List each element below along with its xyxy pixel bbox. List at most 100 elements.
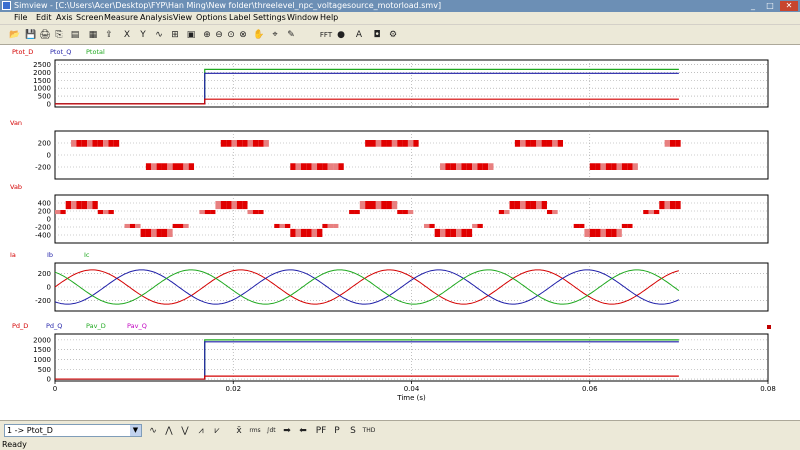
pwm-pulse — [349, 210, 355, 215]
x-axis-label: Time (s) — [396, 394, 426, 402]
data-icon[interactable]: ▤ — [68, 28, 82, 42]
settings-icon[interactable]: ⚙ — [386, 28, 400, 42]
plot-area[interactable]: 2500 2000 1500 1000 500 0 Ptot_D Ptot_Q Ptotal 20… — [0, 45, 800, 420]
text-button[interactable]: A — [352, 28, 366, 42]
pwm-pulse — [290, 163, 296, 170]
print-icon[interactable]: 🖨 — [38, 28, 52, 42]
slope-down-icon[interactable]: ⩗ — [210, 424, 224, 438]
arrow-left-icon[interactable]: ⬅ — [296, 424, 310, 438]
pwm-pulse — [498, 210, 505, 215]
p-button[interactable]: P — [330, 424, 344, 438]
menu-measure[interactable]: Measure — [104, 13, 138, 22]
legend-pav-q: Pav_Q — [127, 322, 147, 330]
pwm-pulse — [514, 201, 521, 210]
cursor-icon[interactable]: ⌖ — [268, 28, 282, 42]
arrow-right-icon[interactable]: ➡ — [280, 424, 294, 438]
pwm-pulse — [103, 210, 109, 215]
marker-icon[interactable]: ✎ — [284, 28, 298, 42]
slope-up-icon[interactable]: ⩘ — [194, 424, 208, 438]
pwm-pulse — [161, 228, 168, 237]
record-icon[interactable]: ● — [334, 28, 348, 42]
maximize-button[interactable]: □ — [762, 1, 778, 11]
chevron-down-icon[interactable]: ▼ — [130, 425, 141, 436]
peak-max-icon[interactable]: ⋀ — [162, 424, 176, 438]
graph-icon[interactable]: ▦ — [86, 28, 100, 42]
zoom-x-icon[interactable]: ⊗ — [236, 28, 250, 42]
pwm-pulse — [450, 228, 457, 237]
pwm-pulse — [530, 201, 537, 210]
x-axis-button[interactable]: X — [120, 28, 134, 42]
x-tick-label: 0.06 — [582, 385, 598, 393]
open-icon[interactable]: 📂 — [8, 28, 22, 42]
legend-ib: Ib — [47, 251, 53, 259]
variable-select[interactable]: 1 -> Ptot_D ▼ — [4, 424, 142, 437]
pwm-pulse — [365, 140, 371, 147]
pwm-pulse — [333, 223, 339, 228]
menu-file[interactable]: File — [14, 13, 27, 22]
pf-button[interactable]: PF — [314, 424, 328, 438]
pwm-pulse — [263, 140, 269, 147]
pwm-pulse — [317, 163, 323, 170]
menu-analysis[interactable]: Analysis — [140, 13, 173, 22]
pwm-pulse — [327, 223, 334, 228]
pwm-pulse — [407, 210, 414, 215]
menu-screen[interactable]: Screen — [76, 13, 104, 22]
wave-icon[interactable]: ∿ — [152, 28, 166, 42]
pwm-pulse — [461, 163, 467, 170]
legend-pav-d: Pav_D — [86, 322, 106, 330]
s-button[interactable]: S — [346, 424, 360, 438]
pwm-pulse — [204, 210, 211, 215]
menu-edit[interactable]: Edit — [36, 13, 52, 22]
thd-button[interactable]: THD — [360, 424, 378, 438]
measure-icon[interactable]: ⊞ — [168, 28, 182, 42]
peak-min-icon[interactable]: ⋁ — [178, 424, 192, 438]
pan-icon[interactable]: ✋ — [252, 28, 266, 42]
pwm-pulse — [611, 228, 617, 237]
y-tick-label: 1000 — [33, 85, 51, 93]
close-button[interactable]: ✕ — [780, 1, 798, 11]
pwm-pulse — [145, 163, 152, 170]
minimize-button[interactable]: _ — [745, 1, 761, 11]
menu-settings[interactable]: Settings — [253, 13, 286, 22]
pwm-pulse — [156, 228, 162, 237]
pwm-pulse — [477, 223, 483, 228]
x-tick-label: 0.04 — [404, 385, 420, 393]
pwm-pulse — [541, 140, 547, 147]
pwm-pulse — [140, 228, 146, 237]
menu-window[interactable]: Window — [287, 13, 319, 22]
fft-button[interactable]: FFT — [316, 28, 336, 42]
pwm-pulse — [274, 223, 280, 228]
pwm-pulse — [135, 223, 141, 228]
y-tick-label: 0 — [47, 376, 51, 384]
save-icon[interactable]: 💾 — [24, 28, 38, 42]
copy-icon[interactable]: ⎘ — [52, 28, 66, 42]
y-tick-label: 1000 — [33, 356, 51, 364]
pwm-pulse — [552, 140, 558, 147]
pwm-pulse — [504, 210, 510, 215]
x-tick-label: 0 — [53, 385, 57, 393]
pwm-pulse — [472, 223, 478, 228]
menu-axis[interactable]: Axis — [56, 13, 73, 22]
y-axis-button[interactable]: Y — [136, 28, 150, 42]
menu-help[interactable]: Help — [320, 13, 338, 22]
pwm-pulse — [231, 201, 237, 210]
pwm-pulse — [252, 210, 259, 215]
integral-button[interactable]: ∫dt — [262, 424, 280, 438]
pwm-pulse — [450, 163, 457, 170]
pwm-pulse — [220, 140, 227, 147]
mean-button[interactable]: x̄ — [232, 424, 246, 438]
screen-icon[interactable]: ▣ — [184, 28, 198, 42]
label-icon[interactable]: ◘ — [370, 28, 384, 42]
menu-options[interactable]: Options — [196, 13, 227, 22]
menu-label[interactable]: Label — [229, 13, 251, 22]
export-icon[interactable]: ⇪ — [102, 28, 116, 42]
bottom-toolbar: 1 -> Ptot_D ▼ ∿ ⋀ ⋁ ⩘ ⩗ x̄ rms ∫dt ➡ ⬅ PF P S THD — [0, 420, 800, 440]
pwm-pulse — [413, 140, 419, 147]
plots-svg[interactable]: 25002000150010005000Ptot_D Ptot_Q Ptotal20… — [0, 45, 800, 420]
plot-pd: 2000 1500 1000 500 0 Pd_D Pd_Q Pav_D Pav_Q — [12, 322, 769, 384]
pwm-pulse — [370, 140, 376, 147]
pwm-pulse — [616, 228, 622, 237]
pwm-pulse — [600, 228, 606, 237]
menu-view[interactable]: View — [173, 13, 192, 22]
wave-view-icon[interactable]: ∿ — [146, 424, 160, 438]
